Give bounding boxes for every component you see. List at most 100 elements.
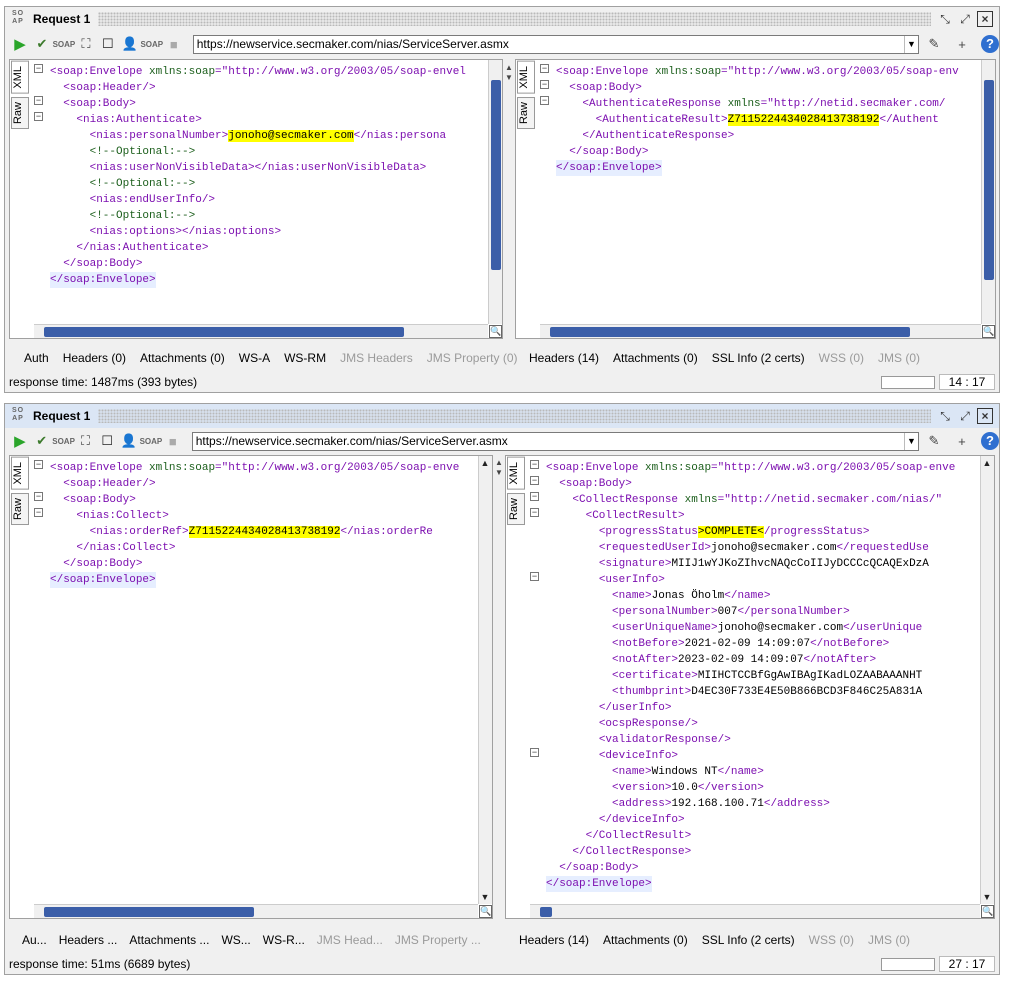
fold-icon[interactable]: − [530, 748, 539, 757]
zoom-icon[interactable]: 🔍 [489, 325, 502, 338]
fold-icon[interactable]: − [34, 492, 43, 501]
scroll-up-icon[interactable]: ▲ [981, 457, 993, 469]
code-line[interactable]: <nias:endUserInfo/> [50, 192, 490, 208]
bottom-tab[interactable]: WS-R... [263, 933, 305, 947]
bottom-tab[interactable]: WS... [221, 933, 250, 947]
help-icon[interactable]: ? [980, 432, 999, 450]
bottom-tab[interactable]: JMS (0) [878, 351, 920, 365]
code-line[interactable]: <progressStatus>COMPLETE</progressStatus… [546, 524, 980, 540]
code-line[interactable]: <!--Optional:--> [50, 144, 490, 160]
code-line[interactable]: <userInfo> [546, 572, 980, 588]
code-line[interactable]: <address>192.168.100.71</address> [546, 796, 980, 812]
stop-icon[interactable]: ☐ [98, 432, 116, 450]
code-line[interactable]: <nias:userNonVisibleData></nias:userNonV… [50, 160, 490, 176]
code-line[interactable]: <nias:Authenticate> [50, 112, 490, 128]
code-line[interactable]: <userUniqueName>jonoho@secmaker.com</use… [546, 620, 980, 636]
fold-icon[interactable]: − [540, 80, 549, 89]
fit-icon[interactable]: ⛶ [77, 432, 95, 450]
code-line[interactable]: <soap:Header/> [50, 80, 490, 96]
fold-icon[interactable]: − [530, 508, 539, 517]
run-icon[interactable]: ▶ [11, 35, 29, 53]
splitter-handle[interactable]: ▲ ▼ [504, 63, 514, 83]
code-line[interactable]: <soap:Envelope xmlns:soap="http://www.w3… [50, 64, 490, 80]
code-line[interactable]: <nias:Collect> [50, 508, 478, 524]
code-line[interactable]: </CollectResult> [546, 828, 980, 844]
code-line[interactable]: <AuthenticateResponse xmlns="http://neti… [556, 96, 980, 112]
add-assertion-icon[interactable]: ✔ [33, 35, 51, 53]
user-icon[interactable]: 👤 [120, 432, 138, 450]
code-line[interactable]: <certificate>MIIHCTCCBfGgAwIBAgIKadLOZAA… [546, 668, 980, 684]
bottom-tab[interactable]: Auth [24, 351, 49, 365]
fold-icon[interactable]: − [530, 492, 539, 501]
vertical-scrollbar[interactable] [981, 60, 995, 324]
fold-icon[interactable]: − [540, 64, 549, 73]
raw-tab[interactable]: Raw [517, 96, 535, 129]
code-line[interactable]: <ocspResponse/> [546, 716, 980, 732]
fold-icon[interactable]: − [34, 96, 43, 105]
code-line[interactable]: </soap:Envelope> [556, 160, 980, 176]
code-line[interactable]: </nias:Authenticate> [50, 240, 490, 256]
code-line[interactable]: <validatorResponse/> [546, 732, 980, 748]
bottom-tab[interactable]: SSL Info (2 certs) [712, 351, 805, 365]
code-line[interactable]: <requestedUserId>jonoho@secmaker.com</re… [546, 540, 980, 556]
vertical-scrollbar[interactable] [488, 60, 502, 324]
vertical-scrollbar[interactable] [478, 456, 492, 904]
code-line[interactable]: <soap:Body> [546, 476, 980, 492]
code-line[interactable]: </soap:Envelope> [546, 876, 980, 892]
bottom-tab[interactable]: Attachments (0) [613, 351, 698, 365]
code-line[interactable]: </deviceInfo> [546, 812, 980, 828]
code-line[interactable]: </soap:Envelope> [50, 272, 490, 288]
add-assertion-icon[interactable]: ✔ [33, 432, 51, 450]
code-line[interactable]: <CollectResult> [546, 508, 980, 524]
bottom-tab[interactable]: SSL Info (2 certs) [702, 933, 795, 947]
bottom-tab[interactable]: Headers (14) [529, 351, 599, 365]
bottom-tab[interactable]: JMS Head... [317, 933, 383, 947]
bottom-tab[interactable]: JMS (0) [868, 933, 910, 947]
code-line[interactable]: <nias:orderRef>Z7115224434028413738192</… [50, 524, 478, 540]
options-icon[interactable]: ■ [165, 35, 183, 53]
code-line[interactable]: <notBefore>2021-02-09 14:09:07</notBefor… [546, 636, 980, 652]
bottom-tab[interactable]: WSS (0) [809, 933, 854, 947]
maximize-icon[interactable]: ⤢ [957, 11, 973, 27]
horizontal-scrollbar[interactable] [34, 324, 488, 338]
create-soap-icon[interactable]: SOAP [52, 432, 75, 450]
splitter-handle[interactable]: ▲ ▼ [494, 458, 504, 478]
code-line[interactable]: <soap:Body> [556, 80, 980, 96]
options-icon[interactable]: ■ [164, 432, 182, 450]
create-soap-icon[interactable]: SOAP [53, 35, 76, 53]
response-xml-code[interactable]: <soap:Envelope xmlns:soap="http://www.w3… [556, 64, 980, 320]
fit-icon[interactable]: ⛶ [77, 35, 95, 53]
fold-icon[interactable]: − [34, 508, 43, 517]
code-line[interactable]: <soap:Envelope xmlns:soap="http://www.w3… [556, 64, 980, 80]
code-line[interactable]: <nias:options></nias:options> [50, 224, 490, 240]
raw-tab[interactable]: Raw [11, 492, 29, 525]
fold-icon[interactable]: − [34, 64, 43, 73]
bottom-tab[interactable]: Attachments ... [129, 933, 209, 947]
xml-tab[interactable]: XML [11, 457, 29, 490]
code-line[interactable]: </nias:Collect> [50, 540, 478, 556]
code-line[interactable]: <personalNumber>007</personalNumber> [546, 604, 980, 620]
code-line[interactable]: <thumbprint>D4EC30F733E4E50B866BCD3F846C… [546, 684, 980, 700]
add-icon[interactable]: + [953, 35, 971, 53]
code-line[interactable]: <soap:Body> [50, 492, 478, 508]
endpoint-combobox[interactable]: https://newservice.secmaker.com/nias/Ser… [192, 34, 919, 54]
code-line[interactable]: <AuthenticateResult>Z7115224434028413738… [556, 112, 980, 128]
zoom-icon[interactable]: 🔍 [981, 905, 994, 918]
fold-icon[interactable]: − [530, 460, 539, 469]
fold-icon[interactable]: − [530, 572, 539, 581]
title-drag-area[interactable] [98, 12, 931, 26]
user-icon[interactable]: 👤 [121, 35, 139, 53]
bottom-tab[interactable]: Headers (14) [519, 933, 589, 947]
code-line[interactable]: <nias:personalNumber>jonoho@secmaker.com… [50, 128, 490, 144]
code-line[interactable]: <soap:Envelope xmlns:soap="http://www.w3… [546, 460, 980, 476]
code-line[interactable]: <!--Optional:--> [50, 176, 490, 192]
code-line[interactable]: </soap:Body> [50, 256, 490, 272]
bottom-tab[interactable]: JMS Property ... [395, 933, 481, 947]
code-line[interactable]: </userInfo> [546, 700, 980, 716]
request-xml-code[interactable]: <soap:Envelope xmlns:soap="http://www.w3… [50, 460, 478, 900]
maximize-icon[interactable]: ⤢ [957, 408, 973, 424]
title-drag-area[interactable] [98, 409, 931, 423]
endpoint-combobox[interactable]: https://newservice.secmaker.com/nias/Ser… [191, 431, 919, 451]
code-line[interactable]: </soap:Envelope> [50, 572, 478, 588]
request-xml-code[interactable]: <soap:Envelope xmlns:soap="http://www.w3… [50, 64, 490, 320]
